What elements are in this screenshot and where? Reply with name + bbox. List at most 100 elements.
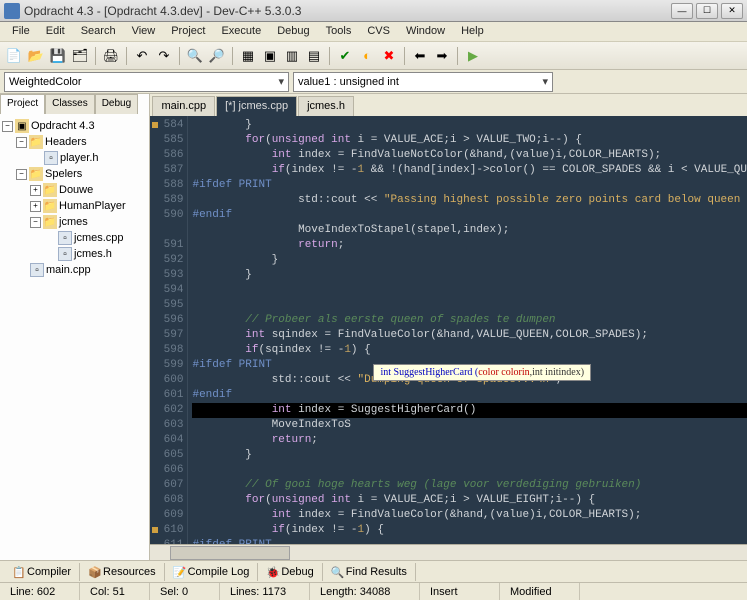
status-length: Length: 34088 [310, 583, 420, 600]
bottom-tab-debug[interactable]: 🐞Debug [258, 563, 322, 581]
menu-help[interactable]: Help [453, 22, 492, 41]
menu-window[interactable]: Window [398, 22, 453, 41]
param-tooltip: int SuggestHigherCard (color colorin,int… [373, 364, 591, 381]
left-tab-debug[interactable]: Debug [95, 94, 138, 114]
menu-tools[interactable]: Tools [318, 22, 360, 41]
tab-icon: 📝 [173, 566, 185, 578]
tooltip-arg: color colorin [478, 367, 529, 378]
run-icon[interactable]: ▣ [260, 46, 280, 66]
collapse-icon[interactable]: − [30, 217, 41, 228]
tree-jcmesh[interactable]: jcmes.h [74, 248, 112, 260]
line-gutter: 5845855865875885895905915925935945955965… [150, 116, 188, 544]
app-icon [4, 3, 20, 19]
maximize-button[interactable]: ☐ [696, 3, 718, 19]
compile-icon[interactable]: ▦ [238, 46, 258, 66]
saveall-icon[interactable]: 🗂 [70, 46, 90, 66]
tab-icon: 📦 [88, 566, 100, 578]
folder-icon: 📁 [43, 215, 57, 229]
class-value: WeightedColor [9, 76, 278, 88]
editor-tab[interactable]: jcmes.h [298, 96, 354, 116]
tree-spelers[interactable]: Spelers [45, 168, 82, 180]
menu-file[interactable]: File [4, 22, 38, 41]
file-icon: ▫ [58, 231, 72, 245]
class-dropdown[interactable]: WeightedColor ▾ [4, 72, 289, 92]
bottom-tab-compile-log[interactable]: 📝Compile Log [165, 563, 259, 581]
left-tab-project[interactable]: Project [0, 94, 45, 114]
left-tab-classes[interactable]: Classes [45, 94, 95, 114]
bottom-tab-resources[interactable]: 📦Resources [80, 563, 165, 581]
chevron-down-icon: ▾ [542, 75, 548, 88]
project-panel: ProjectClassesDebug −▣Opdracht 4.3 −📁Hea… [0, 94, 150, 560]
bottom-tab-compiler[interactable]: 📋Compiler [4, 563, 80, 581]
menu-edit[interactable]: Edit [38, 22, 73, 41]
debug-icon[interactable]: ✔ [335, 46, 355, 66]
tooltip-rest: ,int initindex) [530, 367, 584, 378]
open-icon[interactable]: 📂 [26, 46, 46, 66]
folder-icon: 📁 [29, 135, 43, 149]
folder-icon: 📁 [43, 183, 57, 197]
status-line: Line: 602 [0, 583, 80, 600]
member-value: value1 : unsigned int [298, 76, 542, 88]
tree-jcmes[interactable]: jcmes [59, 216, 88, 228]
tooltip-prefix: int SuggestHigherCard ( [380, 367, 478, 378]
menu-cvs[interactable]: CVS [359, 22, 398, 41]
file-icon: ▫ [44, 151, 58, 165]
close-button[interactable]: ✕ [721, 3, 743, 19]
profile-icon[interactable]: ◐ [357, 46, 377, 66]
menu-bar: FileEditSearchViewProjectExecuteDebugToo… [0, 22, 747, 42]
tree-maincpp[interactable]: main.cpp [46, 264, 91, 276]
expand-icon[interactable]: + [30, 201, 41, 212]
status-bar: Line: 602 Col: 51 Sel: 0 Lines: 1173 Len… [0, 582, 747, 600]
tree-douwe[interactable]: Douwe [59, 184, 93, 196]
goto-icon[interactable]: ▶ [463, 46, 483, 66]
compilerun-icon[interactable]: ▥ [282, 46, 302, 66]
find-icon[interactable]: 🔍 [185, 46, 205, 66]
expand-icon[interactable]: + [30, 185, 41, 196]
next-icon[interactable]: ➡ [432, 46, 452, 66]
collapse-icon[interactable]: − [16, 137, 27, 148]
member-dropdown[interactable]: value1 : unsigned int ▾ [293, 72, 553, 92]
collapse-icon[interactable]: − [2, 121, 13, 132]
project-icon: ▣ [15, 119, 29, 133]
scrollbar-thumb[interactable] [170, 546, 290, 560]
tree-playerh[interactable]: player.h [60, 152, 99, 164]
tree-root[interactable]: Opdracht 4.3 [31, 120, 95, 132]
stop-icon[interactable]: ✖ [379, 46, 399, 66]
tab-icon: 🐞 [266, 566, 278, 578]
collapse-icon[interactable]: − [16, 169, 27, 180]
project-tree[interactable]: −▣Opdracht 4.3 −📁Headers ▫player.h −📁Spe… [0, 114, 149, 560]
undo-icon[interactable]: ↶ [132, 46, 152, 66]
tab-icon: 📋 [12, 566, 24, 578]
file-icon: ▫ [58, 247, 72, 261]
menu-debug[interactable]: Debug [269, 22, 317, 41]
code-editor[interactable]: 5845855865875885895905915925935945955965… [150, 116, 747, 544]
save-icon[interactable]: 💾 [48, 46, 68, 66]
status-insert: Insert [420, 583, 500, 600]
bottom-tab-find-results[interactable]: 🔍Find Results [323, 563, 416, 581]
print-icon[interactable]: 🖨 [101, 46, 121, 66]
toolbar: 📄 📂 💾 🗂 🖨 ↶ ↷ 🔍 🔎 ▦ ▣ ▥ ▤ ✔ ◐ ✖ ⬅ ➡ ▶ [0, 42, 747, 70]
status-sel: Sel: 0 [150, 583, 220, 600]
editor-tab[interactable]: main.cpp [152, 96, 215, 116]
chevron-down-icon: ▾ [278, 75, 284, 88]
replace-icon[interactable]: 🔎 [207, 46, 227, 66]
tree-jcmescpp[interactable]: jcmes.cpp [74, 232, 124, 244]
prev-icon[interactable]: ⬅ [410, 46, 430, 66]
folder-icon: 📁 [29, 167, 43, 181]
minimize-button[interactable]: — [671, 3, 693, 19]
redo-icon[interactable]: ↷ [154, 46, 174, 66]
menu-project[interactable]: Project [163, 22, 213, 41]
new-icon[interactable]: 📄 [4, 46, 24, 66]
code-area[interactable]: } for(unsigned int i = VALUE_ACE;i > VAL… [188, 116, 747, 544]
horizontal-scrollbar[interactable] [150, 544, 747, 560]
menu-search[interactable]: Search [73, 22, 124, 41]
window-title: Opdracht 4.3 - [Opdracht 4.3.dev] - Dev-… [24, 4, 671, 18]
bottom-tabs: 📋Compiler📦Resources📝Compile Log🐞Debug🔍Fi… [0, 560, 747, 582]
rebuild-icon[interactable]: ▤ [304, 46, 324, 66]
tree-headers[interactable]: Headers [45, 136, 87, 148]
tree-human[interactable]: HumanPlayer [59, 200, 126, 212]
menu-execute[interactable]: Execute [213, 22, 269, 41]
status-modified: Modified [500, 583, 580, 600]
menu-view[interactable]: View [124, 22, 164, 41]
editor-tab[interactable]: [*] jcmes.cpp [216, 96, 297, 116]
